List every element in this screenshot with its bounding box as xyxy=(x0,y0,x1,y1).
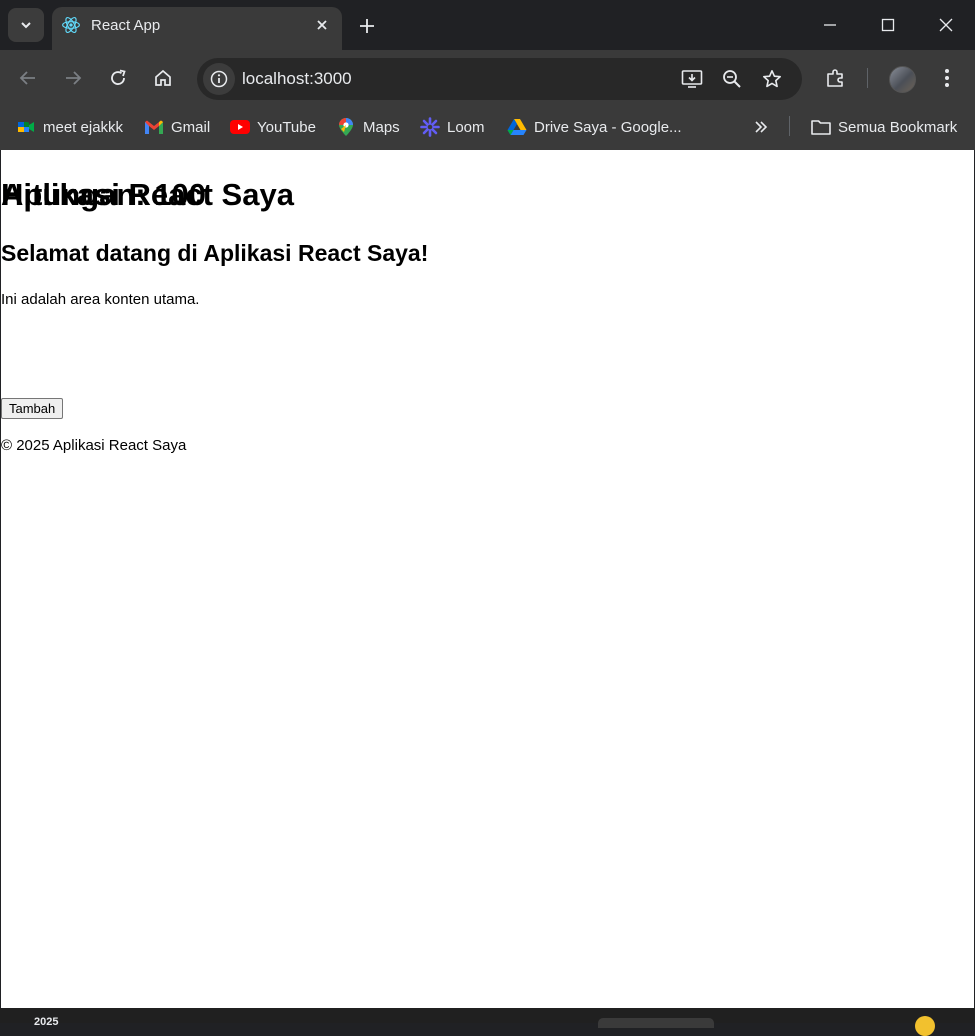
maximize-button[interactable] xyxy=(873,10,903,40)
close-icon xyxy=(939,18,953,32)
taskbar-search-box[interactable] xyxy=(598,1018,714,1028)
react-logo-icon xyxy=(62,17,80,33)
google-drive-icon xyxy=(507,117,527,137)
bookmark-label: meet ejakkk xyxy=(43,118,124,136)
window-close-button[interactable] xyxy=(931,10,961,40)
menu-button[interactable] xyxy=(931,62,963,94)
plus-icon xyxy=(360,19,374,33)
home-icon xyxy=(155,69,171,86)
tab-search-button[interactable] xyxy=(8,8,44,42)
minimize-button[interactable] xyxy=(815,10,845,40)
bookmark-label: Gmail xyxy=(171,118,211,136)
arrow-right-icon xyxy=(66,71,82,85)
google-meet-icon xyxy=(16,117,36,137)
chevron-down-icon xyxy=(21,22,31,29)
zoom-button[interactable] xyxy=(718,65,746,93)
maximize-icon xyxy=(881,18,895,32)
bookmark-label: Drive Saya - Google... xyxy=(534,118,682,136)
taskbar: 2025 xyxy=(0,1008,975,1036)
back-button[interactable] xyxy=(12,62,44,94)
bookmark-label: YouTube xyxy=(257,118,316,136)
site-info-button[interactable] xyxy=(203,63,235,95)
info-icon xyxy=(210,70,228,88)
bookmark-label: Maps xyxy=(363,118,400,136)
all-bookmarks-button[interactable]: Semua Bookmark xyxy=(811,116,957,138)
main-content-text: Ini adalah area konten utama. xyxy=(1,291,200,308)
minimize-icon xyxy=(824,24,836,26)
bookmark-loom[interactable]: Loom xyxy=(420,116,485,138)
forward-button[interactable] xyxy=(57,62,89,94)
puzzle-icon xyxy=(827,69,843,87)
profile-avatar[interactable] xyxy=(889,66,916,93)
toolbar-divider xyxy=(867,68,868,88)
bookmark-google-drive[interactable]: Drive Saya - Google... xyxy=(507,116,682,138)
new-tab-button[interactable] xyxy=(354,13,380,39)
bookmark-label: Semua Bookmark xyxy=(838,118,958,136)
url-text[interactable]: localhost:3000 xyxy=(242,69,352,89)
reload-icon xyxy=(111,69,126,85)
maps-icon xyxy=(336,117,356,137)
arrow-left-icon xyxy=(19,71,35,85)
taskbar-app-icon[interactable] xyxy=(915,1016,935,1036)
extensions-button[interactable] xyxy=(820,62,852,94)
loom-icon xyxy=(420,117,440,137)
bookmark-gmail[interactable]: Gmail xyxy=(144,116,210,138)
tab-title: React App xyxy=(91,17,161,34)
add-button[interactable]: Tambah xyxy=(1,398,64,419)
zoom-out-icon xyxy=(723,70,741,88)
browser-toolbar: localhost:3000 xyxy=(0,50,975,106)
bookmark-meet-ejakkk[interactable]: meet ejakkk xyxy=(16,116,123,138)
bookmark-youtube[interactable]: YouTube xyxy=(230,116,316,138)
tab-strip: React App xyxy=(0,0,975,50)
bookmarks-divider xyxy=(789,116,790,136)
folder-icon xyxy=(811,117,831,137)
bookmark-maps[interactable]: Maps xyxy=(336,116,400,138)
youtube-icon xyxy=(230,117,250,137)
more-vertical-icon xyxy=(945,69,949,87)
double-chevron-right-icon xyxy=(755,121,768,133)
home-button[interactable] xyxy=(147,62,179,94)
gmail-icon xyxy=(144,117,164,137)
bookmark-label: Loom xyxy=(447,118,485,136)
bookmarks-bar: meet ejakkk Gmail YouTube Maps Loom Driv… xyxy=(0,106,975,150)
install-app-icon xyxy=(681,70,703,88)
reload-button[interactable] xyxy=(102,62,134,94)
bookmark-star-button[interactable] xyxy=(758,65,786,93)
page-viewport: Aplikasi React Saya Selamat datang di Ap… xyxy=(1,150,974,1008)
tab-close-button[interactable] xyxy=(312,15,332,35)
browser-window: React App localhost:3000 meet ejakkk Gma… xyxy=(0,0,975,1008)
address-bar[interactable]: localhost:3000 xyxy=(197,58,802,100)
star-icon xyxy=(763,70,781,88)
tab-react-app[interactable]: React App xyxy=(52,7,342,50)
install-app-button[interactable] xyxy=(678,65,706,93)
counter-display: Hitungan: 100 xyxy=(1,177,206,212)
footer-text: © 2025 Aplikasi React Saya xyxy=(1,437,187,454)
welcome-heading: Selamat datang di Aplikasi React Saya! xyxy=(1,240,429,266)
close-icon xyxy=(317,20,327,30)
more-bookmarks-button[interactable] xyxy=(749,116,773,138)
